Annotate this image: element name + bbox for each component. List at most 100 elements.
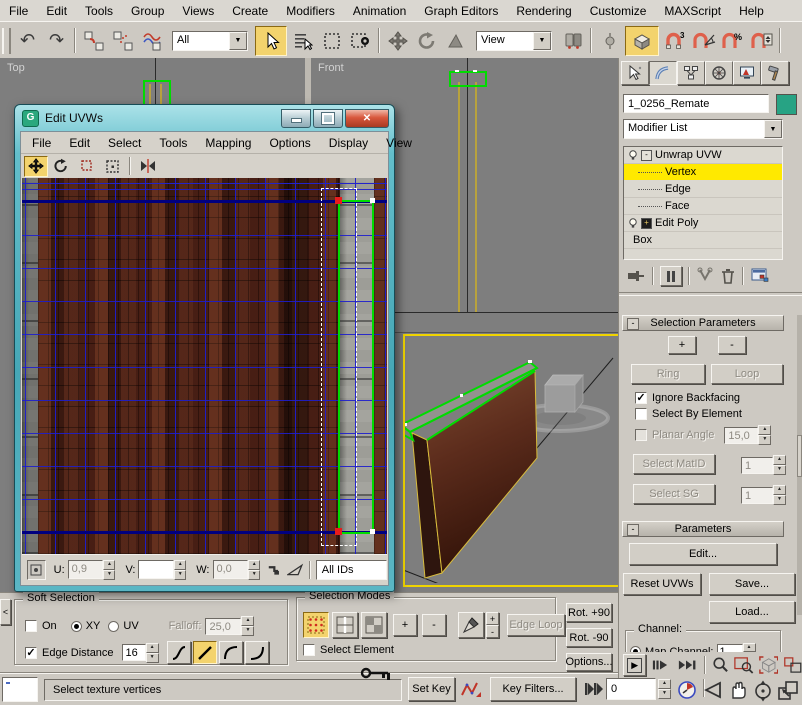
uv-menu-edit[interactable]: Edit bbox=[60, 134, 99, 152]
viewport-top-label[interactable]: Top bbox=[7, 62, 25, 74]
current-frame-field[interactable]: 0 bbox=[606, 678, 656, 700]
uv-vertex[interactable] bbox=[370, 198, 375, 203]
menu-maxscript[interactable]: MAXScript bbox=[655, 2, 730, 20]
vertex-mode-button[interactable] bbox=[303, 612, 329, 638]
configure-modifier-sets-icon[interactable] bbox=[751, 267, 771, 285]
snap-plane-icon[interactable] bbox=[287, 563, 304, 577]
falloff-slow-button[interactable] bbox=[219, 641, 243, 664]
scroll-left-button[interactable]: < bbox=[0, 599, 11, 625]
shrink-uv-selection-button[interactable]: - bbox=[422, 614, 446, 636]
panel-scrollbar[interactable] bbox=[797, 315, 802, 615]
pin-stack-icon[interactable] bbox=[625, 267, 645, 285]
maximize-viewport-toggle-icon[interactable] bbox=[777, 680, 799, 702]
snaps-toggle-button[interactable] bbox=[625, 26, 659, 56]
object-color-swatch[interactable] bbox=[776, 94, 797, 115]
set-key-button[interactable]: Set Key bbox=[408, 677, 455, 701]
key-filters-button[interactable]: Key Filters... bbox=[490, 677, 576, 701]
sg-field[interactable]: 1 bbox=[741, 487, 773, 504]
tab-hierarchy[interactable] bbox=[677, 61, 705, 85]
falloff-field[interactable]: 25,0 bbox=[205, 618, 241, 635]
grow-selection-button[interactable]: + bbox=[668, 336, 696, 354]
zoom-extents-icon[interactable] bbox=[759, 655, 779, 675]
selected-vertex[interactable] bbox=[335, 528, 342, 535]
xy-radio[interactable] bbox=[71, 621, 82, 632]
stack-row-edge[interactable]: Edge bbox=[624, 181, 782, 198]
u-spinner[interactable]: ▲▼ bbox=[103, 560, 115, 580]
loop-button[interactable]: Loop bbox=[711, 364, 783, 384]
tab-motion[interactable] bbox=[705, 61, 733, 85]
maximize-button[interactable] bbox=[313, 109, 343, 128]
ignore-backfacing-checkbox[interactable]: ✓ bbox=[635, 392, 647, 404]
arc-rotate-icon[interactable] bbox=[752, 680, 774, 702]
uv-menu-view[interactable]: View bbox=[377, 134, 421, 152]
menu-graph-editors[interactable]: Graph Editors bbox=[415, 2, 507, 20]
menu-create[interactable]: Create bbox=[223, 2, 277, 20]
tab-display[interactable] bbox=[733, 61, 761, 85]
v-spinner[interactable]: ▲▼ bbox=[174, 560, 186, 580]
stack-row-edit-poly[interactable]: + Edit Poly bbox=[624, 215, 782, 232]
reset-uvws-button[interactable]: Reset UVWs bbox=[623, 573, 701, 595]
select-sg-button[interactable]: Select SG bbox=[633, 484, 715, 504]
sg-spinner[interactable]: ▲▼ bbox=[773, 485, 786, 505]
field-of-view-icon[interactable] bbox=[704, 681, 724, 699]
use-center-flyout-button[interactable] bbox=[559, 28, 586, 54]
tab-utilities[interactable] bbox=[761, 61, 789, 85]
mat-id-filter-dropdown[interactable]: All IDs bbox=[316, 560, 387, 580]
lock-selected-icon[interactable] bbox=[266, 562, 281, 578]
uv-menu-tools[interactable]: Tools bbox=[150, 134, 196, 152]
menu-help[interactable]: Help bbox=[730, 2, 773, 20]
planar-angle-spinner[interactable]: ▲▼ bbox=[758, 425, 771, 445]
w-field[interactable]: 0,0 bbox=[213, 560, 249, 579]
zoom-extents-all-icon[interactable] bbox=[783, 655, 802, 675]
falloff-smooth-button[interactable] bbox=[167, 641, 191, 664]
stack-row-unwrap-uvw[interactable]: - Unwrap UVW bbox=[624, 147, 782, 164]
uv-radio[interactable] bbox=[108, 621, 119, 632]
rollout-collapse-icon[interactable]: - bbox=[627, 318, 639, 330]
planar-angle-field[interactable]: 15,0 bbox=[724, 427, 758, 444]
falloff-fast-button[interactable] bbox=[245, 641, 269, 664]
play-animation-button[interactable]: ▶ bbox=[623, 654, 646, 676]
scrollbar-thumb[interactable] bbox=[797, 435, 802, 477]
menu-modifiers[interactable]: Modifiers bbox=[277, 2, 344, 20]
absolute-offset-toggle[interactable] bbox=[27, 560, 46, 580]
stack-row-box[interactable]: Box bbox=[624, 232, 782, 249]
front-selected-cap[interactable] bbox=[449, 71, 487, 87]
uv-menu-options[interactable]: Options bbox=[260, 134, 319, 152]
edge-distance-spinner[interactable]: ▲▼ bbox=[146, 643, 159, 663]
uv-menu-mapping[interactable]: Mapping bbox=[196, 134, 260, 152]
show-end-result-button[interactable] bbox=[660, 266, 682, 286]
u-field[interactable]: 0,9 bbox=[68, 560, 104, 579]
reference-coordsys-dropdown[interactable]: View ▼ bbox=[476, 31, 552, 51]
w-spinner[interactable]: ▲▼ bbox=[248, 560, 260, 580]
select-matid-button[interactable]: Select MatID bbox=[633, 454, 715, 474]
frame-spinner[interactable]: ▲▼ bbox=[658, 679, 671, 699]
menu-group[interactable]: Group bbox=[122, 2, 173, 20]
maxscript-mini-listener[interactable] bbox=[2, 677, 38, 702]
uv-rotate-button[interactable] bbox=[49, 153, 73, 179]
modifier-list-dropdown[interactable]: Modifier List ▼ bbox=[623, 119, 783, 139]
uv-menu-select[interactable]: Select bbox=[99, 134, 150, 152]
menu-views[interactable]: Views bbox=[173, 2, 223, 20]
object-name-field[interactable]: 1_0256_Remate bbox=[623, 94, 769, 113]
expand-icon[interactable]: + bbox=[641, 218, 652, 229]
shrink-selection-button[interactable]: - bbox=[718, 336, 746, 354]
dialog-titlebar[interactable]: G Edit UVWs ✕ bbox=[15, 105, 394, 130]
select-and-scale-button[interactable] bbox=[442, 28, 469, 54]
select-element-checkbox[interactable] bbox=[303, 644, 315, 656]
snap-3-button[interactable]: 3 bbox=[661, 28, 688, 54]
zoom-region-icon[interactable] bbox=[734, 655, 754, 675]
spinner-snap-button[interactable] bbox=[748, 28, 775, 54]
window-crossing-toggle-button[interactable] bbox=[347, 28, 374, 54]
rectangular-selection-region-button[interactable] bbox=[318, 28, 345, 54]
menu-tools[interactable]: Tools bbox=[76, 2, 122, 20]
paint-select-button[interactable] bbox=[458, 612, 484, 638]
percent-snap-button[interactable]: % bbox=[719, 28, 746, 54]
tab-modify[interactable] bbox=[649, 61, 677, 85]
go-to-end-icon[interactable] bbox=[678, 658, 698, 672]
select-and-link-button[interactable] bbox=[80, 28, 107, 54]
selected-vertex[interactable] bbox=[335, 197, 342, 204]
matid-spinner[interactable]: ▲▼ bbox=[773, 455, 786, 475]
menu-animation[interactable]: Animation bbox=[344, 2, 415, 20]
uv-scale-button[interactable] bbox=[75, 153, 99, 179]
undo-button[interactable]: ↶ bbox=[14, 28, 41, 54]
